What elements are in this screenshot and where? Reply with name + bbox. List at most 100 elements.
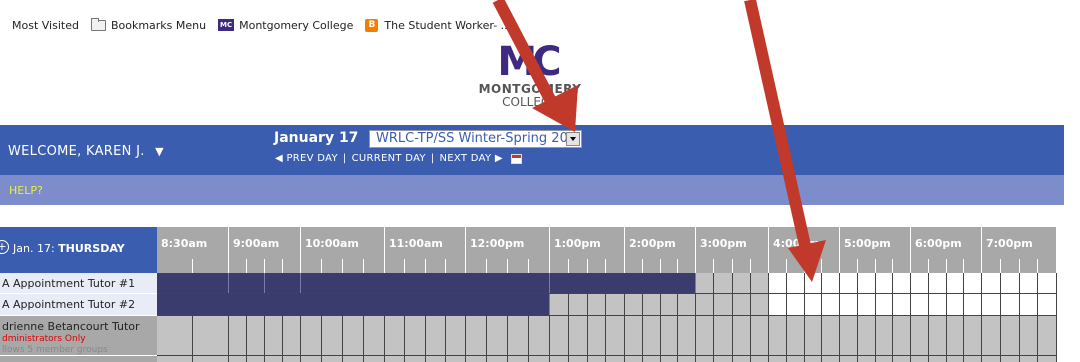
schedule-cell[interactable] (466, 316, 487, 356)
schedule-cell[interactable] (876, 273, 893, 294)
schedule-cell[interactable] (805, 273, 822, 294)
schedule-cell[interactable] (157, 356, 193, 362)
schedule-cell[interactable] (625, 294, 643, 316)
schedule-cell[interactable] (964, 273, 982, 294)
row-label[interactable]: on Wagner (0, 356, 157, 362)
schedule-cell[interactable] (696, 316, 714, 356)
schedule-cell[interactable] (343, 316, 364, 356)
help-link[interactable]: HELP? (9, 184, 43, 197)
schedule-cell[interactable] (229, 316, 247, 356)
schedule-cell[interactable] (1020, 294, 1038, 316)
schedule-cell[interactable] (947, 294, 964, 316)
schedule-cell[interactable] (426, 316, 446, 356)
schedule-cell[interactable] (769, 316, 787, 356)
schedule-cell[interactable] (714, 316, 733, 356)
schedule-cell[interactable] (947, 356, 964, 362)
schedule-cell[interactable] (696, 294, 714, 316)
schedule-cell[interactable] (858, 273, 876, 294)
schedule-cell[interactable] (696, 356, 714, 362)
schedule-cell[interactable] (911, 273, 929, 294)
schedule-cell[interactable] (876, 294, 893, 316)
schedule-cell[interactable] (322, 316, 343, 356)
schedule-cell[interactable] (193, 356, 229, 362)
reservation-block[interactable] (301, 273, 550, 293)
schedule-cell[interactable] (805, 294, 822, 316)
schedule-cell[interactable] (487, 316, 508, 356)
schedule-cell[interactable] (751, 294, 769, 316)
schedule-cell[interactable] (643, 316, 661, 356)
calendar-icon[interactable] (510, 153, 522, 164)
schedule-cell[interactable] (265, 316, 283, 356)
schedule-cell[interactable] (661, 356, 678, 362)
schedule-cell[interactable] (247, 316, 265, 356)
schedule-cell[interactable] (769, 294, 787, 316)
schedule-cell[interactable] (550, 316, 569, 356)
schedule-cell[interactable] (678, 356, 696, 362)
schedule-cell[interactable] (1038, 316, 1057, 356)
row-label[interactable]: A Appointment Tutor #1 (0, 273, 157, 294)
schedule-cell[interactable] (1001, 316, 1020, 356)
schedule-cell[interactable] (529, 316, 550, 356)
schedule-cell[interactable] (733, 273, 751, 294)
schedule-cell[interactable] (964, 316, 982, 356)
schedule-cell[interactable] (714, 294, 733, 316)
bookmark-bookmarks-menu[interactable]: Bookmarks Menu (90, 17, 206, 32)
schedule-cell[interactable] (929, 356, 947, 362)
schedule-cell[interactable] (678, 294, 696, 316)
schedule-cell[interactable] (569, 294, 588, 316)
schedule-cell[interactable] (982, 273, 1001, 294)
schedule-cell[interactable] (840, 294, 858, 316)
schedule-cell[interactable] (193, 316, 229, 356)
montgomery-college-logo[interactable]: MC MONTGOMERY COLLEGE (470, 42, 590, 109)
schedule-cell[interactable] (247, 356, 265, 362)
next-day-link[interactable]: NEXT DAY ▶ (440, 153, 503, 164)
schedule-cell[interactable] (787, 356, 805, 362)
schedule-cell[interactable] (964, 294, 982, 316)
schedule-cell[interactable] (893, 356, 911, 362)
reservation-block[interactable] (229, 273, 265, 293)
schedule-cell[interactable] (1020, 356, 1038, 362)
schedule-cell[interactable] (1020, 273, 1038, 294)
reservation-block[interactable] (265, 273, 301, 293)
schedule-cell[interactable] (733, 356, 751, 362)
schedule-cell[interactable] (822, 356, 840, 362)
row-label[interactable]: A Appointment Tutor #2 (0, 294, 157, 316)
schedule-cell[interactable] (643, 294, 661, 316)
schedule-cell[interactable] (964, 356, 982, 362)
schedule-cell[interactable] (322, 356, 343, 362)
dropdown-arrow-icon[interactable] (566, 132, 580, 146)
schedule-cell[interactable] (911, 316, 929, 356)
schedule-cell[interactable] (893, 316, 911, 356)
schedule-cell[interactable] (508, 316, 529, 356)
schedule-cell[interactable] (858, 356, 876, 362)
schedule-cell[interactable] (487, 356, 508, 362)
schedule-cell[interactable] (426, 356, 446, 362)
schedule-cell[interactable] (446, 356, 466, 362)
schedule-cell[interactable] (805, 356, 822, 362)
schedule-cell[interactable] (1038, 356, 1057, 362)
schedule-cell[interactable] (466, 356, 487, 362)
reservation-block[interactable] (157, 273, 229, 293)
schedule-cell[interactable] (157, 316, 193, 356)
welcome-menu[interactable]: WELCOME, KAREN J. ▼ (8, 144, 164, 159)
schedule-cell[interactable] (787, 294, 805, 316)
row-label[interactable]: drienne Betancourt Tutor dministrators On… (0, 316, 157, 356)
schedule-cell[interactable] (550, 356, 569, 362)
schedule-cell[interactable] (751, 356, 769, 362)
schedule-cell[interactable] (1001, 356, 1020, 362)
schedule-cell[interactable] (911, 356, 929, 362)
schedule-cell[interactable] (550, 294, 569, 316)
bookmark-student-worker[interactable]: B The Student Worker- ... (365, 18, 511, 32)
schedule-cell[interactable] (840, 316, 858, 356)
schedule-cell[interactable] (625, 356, 643, 362)
bookmark-montgomery-college[interactable]: MC Montgomery College (218, 19, 353, 32)
schedule-cell[interactable] (508, 356, 529, 362)
schedule-cell[interactable] (643, 356, 661, 362)
schedule-cell[interactable] (1038, 294, 1057, 316)
schedule-cell[interactable] (265, 356, 283, 362)
schedule-cell[interactable] (751, 316, 769, 356)
schedule-cell[interactable] (982, 316, 1001, 356)
schedule-cell[interactable] (529, 356, 550, 362)
schedule-cell[interactable] (301, 356, 322, 362)
schedule-cell[interactable] (876, 316, 893, 356)
